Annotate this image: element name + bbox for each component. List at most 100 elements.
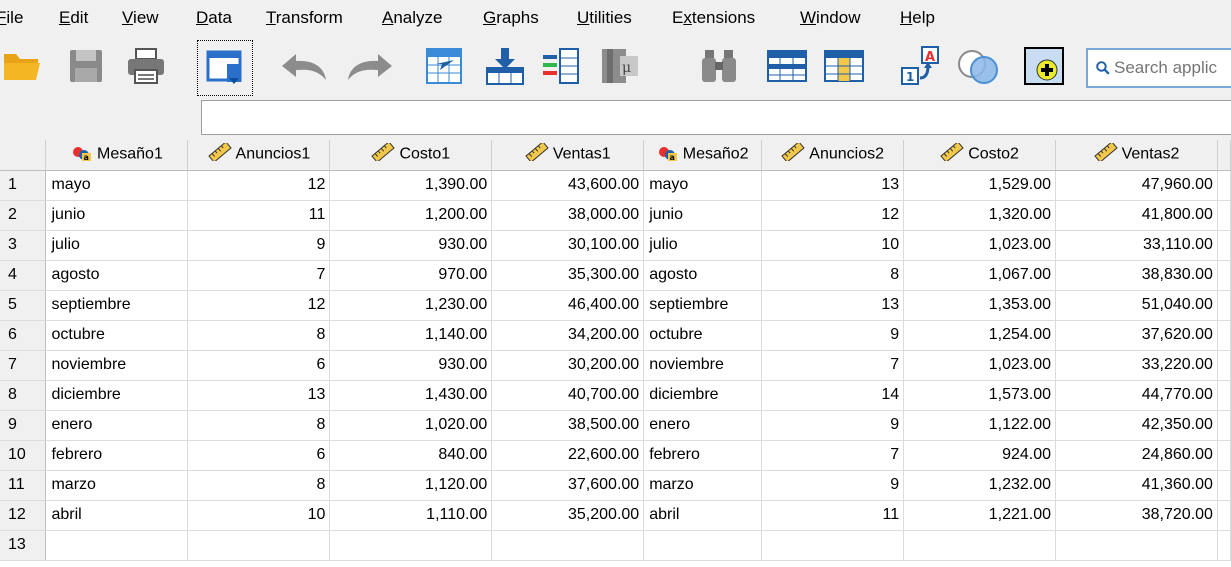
column-header-mesano1[interactable]: a Mesaño1 bbox=[45, 140, 189, 171]
data-cell[interactable]: 924.00 bbox=[903, 440, 1057, 471]
data-cell[interactable]: 11 bbox=[187, 200, 331, 231]
data-cell-empty[interactable] bbox=[1217, 230, 1231, 261]
data-cell[interactable]: febrero bbox=[45, 440, 189, 471]
data-cell[interactable]: mayo bbox=[45, 170, 189, 201]
data-cell[interactable]: 30,200.00 bbox=[491, 350, 645, 381]
data-cell[interactable]: octubre bbox=[643, 320, 763, 351]
data-cell[interactable]: 7 bbox=[761, 440, 905, 471]
use-sets-icon[interactable] bbox=[956, 44, 1000, 88]
data-cell-empty[interactable] bbox=[1217, 500, 1231, 531]
data-cell[interactable]: 10 bbox=[187, 500, 331, 531]
data-cell[interactable]: 51,040.00 bbox=[1055, 290, 1218, 321]
data-cell[interactable]: 1,430.00 bbox=[329, 380, 493, 411]
open-folder-icon[interactable] bbox=[0, 44, 44, 88]
data-cell[interactable] bbox=[329, 530, 493, 561]
data-cell[interactable]: 30,100.00 bbox=[491, 230, 645, 261]
row-number[interactable]: 1 bbox=[0, 170, 47, 201]
data-cell[interactable]: 47,960.00 bbox=[1055, 170, 1218, 201]
data-cell[interactable]: 11 bbox=[761, 500, 905, 531]
data-cell-empty[interactable] bbox=[1217, 410, 1231, 441]
data-cell[interactable]: 930.00 bbox=[329, 230, 493, 261]
data-cell[interactable]: mayo bbox=[643, 170, 763, 201]
save-disk-icon[interactable] bbox=[64, 44, 108, 88]
data-cell[interactable]: 930.00 bbox=[329, 350, 493, 381]
data-cell[interactable]: octubre bbox=[45, 320, 189, 351]
insert-cases-icon[interactable] bbox=[765, 44, 809, 88]
data-cell[interactable]: 10 bbox=[761, 230, 905, 261]
menu-file[interactable]: File bbox=[0, 8, 23, 28]
data-cell[interactable]: 9 bbox=[761, 470, 905, 501]
go-to-case-icon[interactable] bbox=[422, 44, 466, 88]
data-cell[interactable]: diciembre bbox=[45, 380, 189, 411]
data-cell[interactable]: julio bbox=[643, 230, 763, 261]
row-number[interactable]: 6 bbox=[0, 320, 47, 351]
menu-view[interactable]: View bbox=[122, 8, 159, 28]
data-cell[interactable]: 1,573.00 bbox=[903, 380, 1057, 411]
data-cell[interactable]: 840.00 bbox=[329, 440, 493, 471]
data-cell[interactable]: 1,232.00 bbox=[903, 470, 1057, 501]
data-cell[interactable]: 1,020.00 bbox=[329, 410, 493, 441]
go-to-variable-icon[interactable] bbox=[483, 44, 527, 88]
run-descriptives-icon[interactable]: μ bbox=[598, 44, 642, 88]
data-cell[interactable]: febrero bbox=[643, 440, 763, 471]
data-cell-empty[interactable] bbox=[1217, 320, 1231, 351]
search-input[interactable] bbox=[1114, 58, 1231, 78]
menu-transform[interactable]: Transform bbox=[266, 8, 343, 28]
data-cell-empty[interactable] bbox=[1217, 170, 1231, 201]
data-cell[interactable]: 1,221.00 bbox=[903, 500, 1057, 531]
column-header-costo1[interactable]: Costo1 bbox=[329, 140, 493, 171]
find-binoculars-icon[interactable] bbox=[697, 44, 741, 88]
data-cell[interactable]: 1,200.00 bbox=[329, 200, 493, 231]
menu-graphs[interactable]: Graphs bbox=[483, 8, 539, 28]
column-header-mesano2[interactable]: a Mesaño2 bbox=[643, 140, 763, 171]
data-cell[interactable]: 43,600.00 bbox=[491, 170, 645, 201]
data-cell[interactable]: 13 bbox=[761, 170, 905, 201]
data-cell[interactable] bbox=[1055, 530, 1218, 561]
data-cell[interactable]: abril bbox=[643, 500, 763, 531]
data-cell[interactable]: 24,860.00 bbox=[1055, 440, 1218, 471]
search-applications-box[interactable] bbox=[1086, 48, 1231, 88]
data-cell[interactable]: 7 bbox=[761, 350, 905, 381]
row-number[interactable]: 8 bbox=[0, 380, 47, 411]
data-cell[interactable]: 7 bbox=[187, 260, 331, 291]
data-cell-empty[interactable] bbox=[1217, 200, 1231, 231]
row-number[interactable]: 13 bbox=[0, 530, 47, 561]
data-cell[interactable]: 9 bbox=[761, 410, 905, 441]
column-header-ventas2[interactable]: Ventas2 bbox=[1055, 140, 1218, 171]
cell-value-field[interactable] bbox=[201, 100, 1231, 135]
data-cell[interactable]: 37,620.00 bbox=[1055, 320, 1218, 351]
print-icon[interactable] bbox=[124, 44, 168, 88]
variables-icon[interactable] bbox=[540, 44, 584, 88]
column-header-anuncios1[interactable]: Anuncios1 bbox=[187, 140, 331, 171]
column-header-ventas1[interactable]: Ventas1 bbox=[491, 140, 645, 171]
data-cell[interactable]: noviembre bbox=[643, 350, 763, 381]
redo-icon[interactable] bbox=[342, 44, 398, 88]
data-cell[interactable] bbox=[187, 530, 331, 561]
data-cell[interactable]: diciembre bbox=[643, 380, 763, 411]
data-cell[interactable]: 1,390.00 bbox=[329, 170, 493, 201]
data-cell[interactable]: 33,110.00 bbox=[1055, 230, 1218, 261]
data-cell[interactable]: 35,200.00 bbox=[491, 500, 645, 531]
row-number[interactable]: 9 bbox=[0, 410, 47, 441]
data-cell[interactable]: 8 bbox=[187, 470, 331, 501]
data-cell[interactable]: 35,300.00 bbox=[491, 260, 645, 291]
data-cell[interactable]: septiembre bbox=[45, 290, 189, 321]
data-cell[interactable]: 1,320.00 bbox=[903, 200, 1057, 231]
data-cell[interactable]: 13 bbox=[761, 290, 905, 321]
data-cell[interactable]: 1,140.00 bbox=[329, 320, 493, 351]
row-number[interactable]: 5 bbox=[0, 290, 47, 321]
data-cell[interactable]: 22,600.00 bbox=[491, 440, 645, 471]
data-cell[interactable]: 1,529.00 bbox=[903, 170, 1057, 201]
column-header-empty[interactable] bbox=[1217, 140, 1231, 171]
data-cell[interactable]: abril bbox=[45, 500, 189, 531]
data-cell[interactable] bbox=[643, 530, 763, 561]
data-cell-empty[interactable] bbox=[1217, 260, 1231, 291]
value-labels-icon[interactable]: A1 bbox=[898, 44, 942, 88]
column-header-costo2[interactable]: Costo2 bbox=[903, 140, 1057, 171]
insert-variable-icon[interactable] bbox=[822, 44, 866, 88]
row-number[interactable]: 10 bbox=[0, 440, 47, 471]
data-cell[interactable]: 8 bbox=[761, 260, 905, 291]
data-cell[interactable]: 12 bbox=[187, 290, 331, 321]
data-cell[interactable] bbox=[903, 530, 1057, 561]
data-cell[interactable]: 13 bbox=[187, 380, 331, 411]
